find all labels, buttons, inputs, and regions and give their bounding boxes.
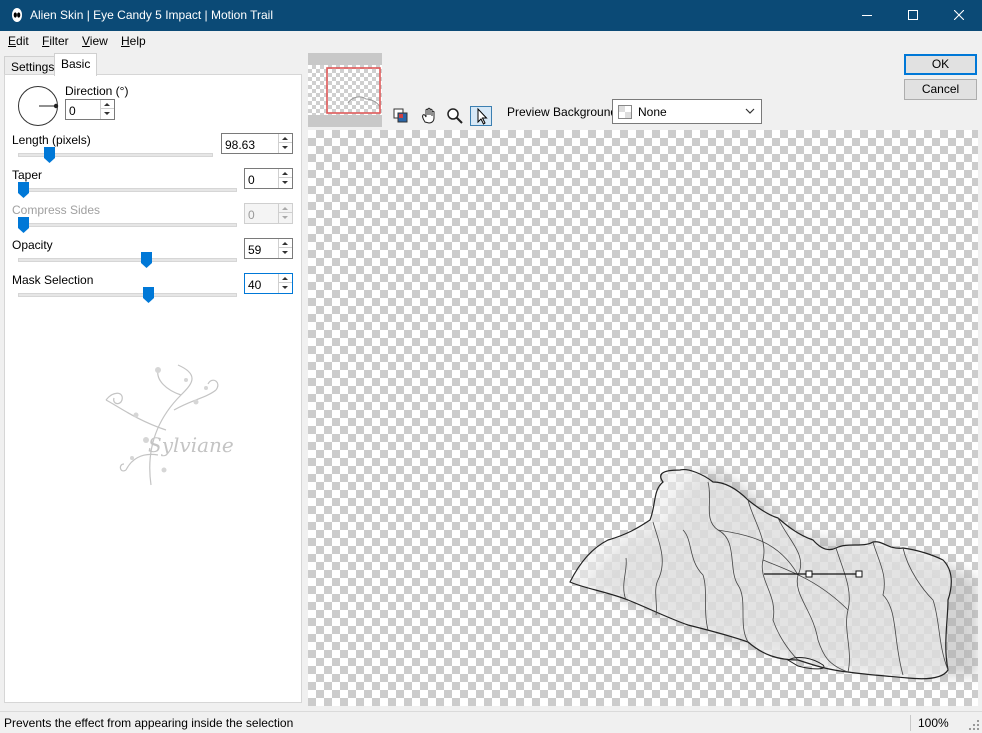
ok-button[interactable]: OK [904, 54, 977, 75]
direction-label: Direction (°) [65, 84, 129, 98]
chevron-down-icon [745, 108, 755, 114]
minimize-icon [862, 15, 872, 16]
mask-selection-slider-track[interactable] [18, 293, 237, 297]
opacity-down-arrow[interactable] [279, 249, 292, 258]
close-icon [954, 10, 964, 20]
mask-selection-down-arrow[interactable] [279, 284, 292, 293]
tab-basic[interactable]: Basic [54, 53, 98, 76]
opacity-label: Opacity [12, 238, 53, 252]
floral-watermark-icon: Sylviane [105, 364, 234, 486]
compress-sides-spinbox [244, 203, 293, 224]
mask-selection-slider-thumb[interactable] [142, 287, 154, 303]
preview-background-label: Preview Background: [507, 105, 621, 119]
opacity-up-arrow[interactable] [279, 239, 292, 248]
navigator-thumbnail [308, 53, 382, 127]
compress-sides-up-arrow [279, 204, 292, 213]
maximize-icon [908, 10, 918, 20]
menu-bar: Edit Filter View Help [0, 31, 982, 51]
el-salvador-map-preview [569, 469, 978, 680]
menu-help[interactable]: Help [121, 34, 146, 48]
mask-selection-input[interactable] [245, 274, 278, 293]
none-swatch-icon [618, 105, 632, 119]
mask-selection-up-arrow[interactable] [279, 274, 292, 283]
window-title: Alien Skin | Eye Candy 5 Impact | Motion… [30, 8, 274, 22]
mask-selection-label: Mask Selection [12, 273, 94, 287]
minimize-button[interactable] [844, 0, 890, 31]
resize-grip-icon[interactable] [968, 719, 980, 731]
direction-spinbox[interactable] [65, 99, 115, 120]
direction-input[interactable] [66, 100, 100, 119]
taper-spinbox[interactable] [244, 168, 293, 189]
taper-input[interactable] [245, 169, 278, 188]
svg-text:Sylviane: Sylviane [148, 433, 234, 457]
length-spinbox[interactable] [221, 133, 293, 154]
direction-dial[interactable] [18, 86, 59, 126]
length-input[interactable] [222, 134, 278, 153]
preview-background-select[interactable]: None [612, 99, 762, 124]
taper-slider-thumb[interactable] [18, 182, 29, 198]
status-separator [910, 715, 911, 731]
direction-up-arrow[interactable] [101, 100, 114, 109]
taper-slider-track[interactable] [18, 188, 237, 192]
cancel-button[interactable]: Cancel [904, 79, 977, 100]
opacity-input[interactable] [245, 239, 278, 258]
zoom-tool[interactable] [444, 106, 466, 126]
sylviane-watermark: Sylviane [96, 360, 256, 490]
swap-colors-icon [393, 108, 408, 123]
tab-settings[interactable]: Settings [4, 56, 62, 75]
compress-sides-down-arrow [279, 214, 292, 223]
opacity-slider-thumb[interactable] [140, 252, 152, 268]
taper-label: Taper [12, 168, 43, 182]
menu-edit[interactable]: Edit [8, 34, 29, 48]
compress-sides-slider-track [18, 223, 237, 227]
compress-sides-label: Compress Sides [12, 203, 101, 217]
alien-skin-app-icon [12, 8, 22, 22]
preview-navigator[interactable] [308, 53, 382, 127]
opacity-slider-track[interactable] [18, 258, 237, 262]
title-bar: Alien Skin | Eye Candy 5 Impact | Motion… [0, 0, 982, 31]
selection-arrow-tool[interactable] [470, 106, 492, 126]
status-text: Prevents the effect from appearing insid… [4, 716, 294, 730]
hand-tool[interactable] [418, 106, 440, 126]
taper-up-arrow[interactable] [279, 169, 292, 178]
background-swap-tool[interactable] [390, 106, 412, 126]
compress-sides-slider-thumb [18, 217, 29, 233]
direction-down-arrow[interactable] [101, 110, 114, 119]
magnifier-icon [447, 108, 463, 124]
status-bar: Prevents the effect from appearing insid… [0, 711, 982, 733]
hand-icon [422, 107, 435, 124]
taper-down-arrow[interactable] [279, 179, 292, 188]
length-up-arrow[interactable] [279, 134, 292, 143]
length-label: Length (pixels) [12, 133, 91, 147]
preview-canvas[interactable] [308, 130, 978, 706]
close-button[interactable] [936, 0, 982, 31]
menu-view[interactable]: View [82, 34, 108, 48]
length-slider-thumb[interactable] [43, 147, 55, 163]
length-down-arrow[interactable] [279, 144, 292, 153]
direction-needle-icon [39, 103, 59, 109]
compress-sides-input [245, 204, 278, 223]
mask-selection-spinbox[interactable] [244, 273, 293, 294]
opacity-spinbox[interactable] [244, 238, 293, 259]
menu-filter[interactable]: Filter [42, 34, 69, 48]
maximize-button[interactable] [890, 0, 936, 31]
preview-background-value: None [638, 105, 667, 119]
arrow-pointer-icon [477, 107, 488, 125]
zoom-level: 100% [918, 716, 949, 730]
